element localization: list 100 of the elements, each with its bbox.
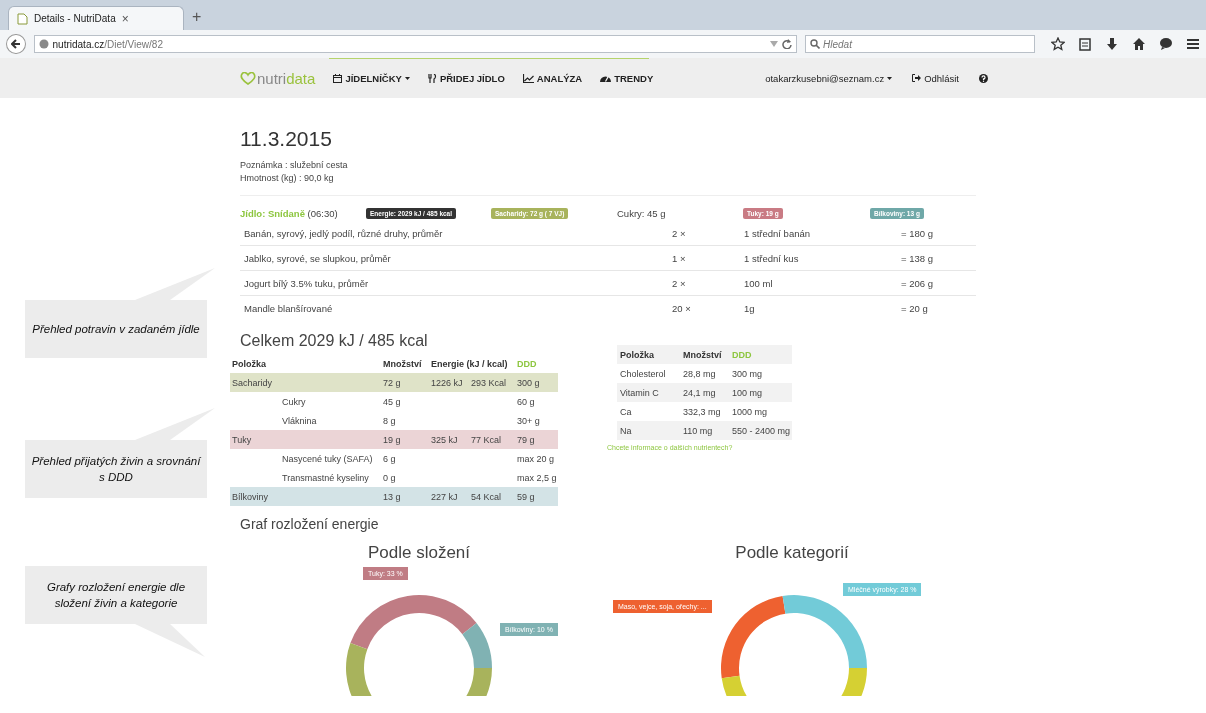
- nav-link[interactable]: PŘIDEJ JÍDLO: [427, 72, 505, 84]
- nutrient-text: Cukry: 45 g: [617, 207, 667, 219]
- table-cell-text: 293 Kcal: [470, 376, 508, 390]
- table-cell-text: Tuky: [231, 433, 253, 447]
- table-cell-text: 332,3 mg: [682, 405, 722, 419]
- column-header: DDD: [516, 357, 538, 371]
- table-cell-text: 1226 kJ: [430, 376, 464, 390]
- section-heading: Graf rozložení energie: [240, 516, 380, 532]
- table-cell-text: max 2,5 g: [516, 471, 558, 485]
- table-cell-text: 13 g: [382, 490, 402, 504]
- table-cell-text: max 20 g: [516, 452, 556, 466]
- table-cell-text: Cukry: [281, 395, 307, 409]
- search-icon: [810, 39, 820, 49]
- table-cell-text: Transmastné kyseliny: [281, 471, 370, 485]
- food-weight: = 180 g: [901, 227, 934, 239]
- table-cell-text: Bílkoviny: [231, 490, 269, 504]
- chat-icon[interactable]: [1159, 37, 1173, 51]
- table-cell-text: 8 g: [382, 414, 397, 428]
- column-header: Energie (kJ / kcal): [430, 357, 509, 371]
- table-cell-text: 300 mg: [731, 367, 764, 381]
- table-cell: Vitamin C: [617, 383, 680, 402]
- date-heading: 11.3.2015: [240, 127, 333, 151]
- table-cell-text: Ca: [619, 405, 633, 419]
- chart-title: Podle složení: [366, 543, 472, 563]
- caret-icon: [887, 76, 893, 80]
- star-icon[interactable]: [1051, 37, 1065, 51]
- food-name: Jogurt bílý 3.5% tuku, průměr: [244, 277, 370, 289]
- food-weight: = 206 g: [901, 277, 934, 289]
- table-cell-text: 0 g: [382, 471, 397, 485]
- browser-tab[interactable]: Details - NutriData ×: [8, 6, 184, 30]
- globe-icon: [38, 39, 49, 49]
- weight-text: Hmotnost (kg) : 90,0 kg: [240, 171, 335, 184]
- table-cell-text: Vláknina: [281, 414, 318, 428]
- table-cell-text: Cholesterol: [619, 367, 667, 381]
- food-count: 2 ×: [672, 277, 687, 289]
- reload-icon[interactable]: [782, 39, 792, 49]
- search-field[interactable]: Hledat: [805, 35, 1035, 53]
- table-cell: 24,1 mg: [680, 383, 729, 402]
- table-cell-text: 79 g: [516, 433, 536, 447]
- table-cell-text: 1000 mg: [731, 405, 769, 419]
- line-chart-icon: [522, 73, 534, 83]
- table-cell-text: 60 g: [516, 395, 536, 409]
- table-cell: Na: [617, 421, 680, 440]
- nav-link[interactable]: ANALÝZA: [522, 72, 583, 84]
- new-tab-button[interactable]: +: [192, 8, 202, 26]
- table-cell-text: 72 g: [382, 376, 402, 390]
- user-menu[interactable]: otakarzkusebni@seznam.cz: [765, 72, 893, 84]
- food-weight: = 20 g: [901, 302, 929, 314]
- address-field[interactable]: nutridata.cz/Diet/View/82: [33, 35, 797, 53]
- table-cell-text: 54 Kcal: [470, 490, 503, 504]
- table-cell: 110 mg: [680, 421, 729, 440]
- utensils-icon: [427, 73, 437, 83]
- food-unit: 1 střední kus: [744, 252, 800, 264]
- page-icon: [17, 12, 28, 25]
- food-count: 2 ×: [672, 227, 687, 239]
- table-cell-text: 325 kJ: [430, 433, 459, 447]
- sign-out-icon: [912, 74, 922, 82]
- download-icon[interactable]: [1105, 37, 1119, 51]
- table-cell-text: 59 g: [516, 490, 536, 504]
- calendar-icon: [333, 73, 343, 83]
- back-icon[interactable]: [10, 39, 21, 49]
- close-tab-button[interactable]: ×: [121, 11, 175, 26]
- column-header: Položka: [231, 357, 267, 371]
- chart-title: Podle kategorií: [734, 543, 850, 563]
- table-cell: 550 - 2400 mg: [729, 421, 792, 440]
- table-cell-text: Nasycené tuky (SAFA): [281, 452, 374, 466]
- meal-title: Jídlo: Snídaně (06:30): [240, 207, 339, 219]
- food-count: 1 ×: [672, 252, 687, 264]
- food-weight: = 138 g: [901, 252, 934, 264]
- column-header: Množství: [382, 357, 423, 371]
- table-cell-text: 77 Kcal: [470, 433, 503, 447]
- table-cell: 100 mg: [729, 383, 792, 402]
- menu-icon[interactable]: [1186, 37, 1200, 51]
- totals-heading: Celkem 2029 kJ / 485 kcal: [240, 332, 429, 350]
- table-cell-text: 300 g: [516, 376, 541, 390]
- food-name: Jablko, syrové, se slupkou, průměr: [244, 252, 392, 264]
- food-count: 20 ×: [672, 302, 692, 314]
- food-name: Banán, syrový, jedlý podíl, různé druhy, průměr: [244, 227, 444, 239]
- home-icon[interactable]: [1132, 37, 1146, 51]
- nav-link[interactable]: JÍDELNÍČKY: [333, 72, 410, 84]
- clipboard-icon[interactable]: [1078, 37, 1092, 51]
- note-text: Poznámka : služební cesta: [240, 159, 349, 172]
- nav-link[interactable]: TRENDY: [600, 72, 654, 84]
- column-header: Množství: [680, 345, 729, 364]
- table-cell-text: 30+ g: [516, 414, 541, 428]
- table-cell-text: 45 g: [382, 395, 402, 409]
- table-cell-text: 19 g: [382, 433, 402, 447]
- table-cell-text: 227 kJ: [430, 490, 459, 504]
- table-cell-text: 28,8 mg: [682, 367, 717, 381]
- gauge-icon: [600, 74, 612, 82]
- logout-link[interactable]: Odhlásit: [912, 72, 959, 84]
- back-button[interactable]: [6, 34, 26, 54]
- food-unit: 1 střední banán: [744, 227, 812, 239]
- help-icon[interactable]: [979, 73, 988, 83]
- food-name: Mandle blanšírované: [244, 302, 334, 314]
- table-cell-text: Sacharidy: [231, 376, 274, 390]
- food-unit: 100 ml: [744, 277, 774, 289]
- column-header: DDD: [729, 345, 792, 364]
- column-header: Položka: [617, 345, 680, 364]
- food-unit: 1g: [744, 302, 756, 314]
